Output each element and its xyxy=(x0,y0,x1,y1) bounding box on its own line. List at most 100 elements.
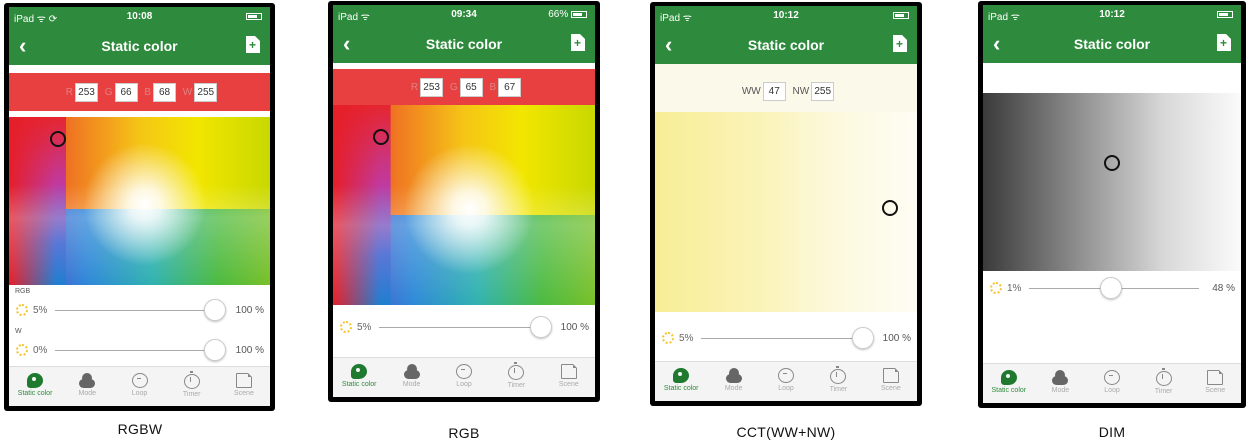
scene-icon xyxy=(560,364,577,379)
nav-bar: ‹ Static color xyxy=(333,25,595,63)
sun-icon xyxy=(16,344,28,356)
phone-rgb: iPad ᯤ 09:34 66% ‹ Static color R253 G65… xyxy=(328,1,600,402)
rgb-min-label: 5% xyxy=(33,305,48,316)
tab-scene[interactable]: Scene xyxy=(218,367,270,406)
caption-dim: DIM xyxy=(1098,424,1126,440)
battery-icon xyxy=(1217,9,1233,20)
tab-loop[interactable]: Loop xyxy=(760,362,812,401)
tab-timer[interactable]: Timer xyxy=(490,358,542,397)
g-value-input[interactable]: 65 xyxy=(459,78,483,97)
r-value-input[interactable]: 253 xyxy=(420,78,444,97)
tab-bar: Static color Mode Loop Timer Scene xyxy=(655,361,917,401)
save-icon[interactable] xyxy=(893,35,907,52)
battery-status: 66% xyxy=(548,9,587,20)
scene-icon xyxy=(235,373,252,388)
cloud-icon xyxy=(1052,370,1069,385)
tab-mode[interactable]: Mode xyxy=(1035,364,1087,403)
slider-track[interactable] xyxy=(701,338,863,339)
w-min-label: 0% xyxy=(33,345,48,356)
tab-timer[interactable]: Timer xyxy=(812,362,864,401)
slider-thumb[interactable] xyxy=(852,327,874,349)
brightness-slider[interactable]: 1% 48 % xyxy=(983,276,1241,302)
page-title: Static color xyxy=(1073,36,1151,52)
b-label: B xyxy=(489,82,497,94)
slider-thumb[interactable] xyxy=(204,299,226,321)
loop-icon xyxy=(456,364,473,379)
tab-mode[interactable]: Mode xyxy=(385,358,437,397)
tab-timer[interactable]: Timer xyxy=(1138,364,1190,403)
color-picker-knob[interactable] xyxy=(373,129,389,145)
r-label: R xyxy=(65,87,73,99)
timer-icon xyxy=(830,366,847,384)
timer-icon xyxy=(1155,368,1172,386)
color-wheel[interactable] xyxy=(333,105,595,305)
r-value-input[interactable]: 253 xyxy=(74,83,98,102)
tab-mode[interactable]: Mode xyxy=(707,362,759,401)
nw-label: NW xyxy=(792,86,810,98)
tab-static-color[interactable]: Static color xyxy=(655,362,707,401)
palette-icon xyxy=(1000,370,1017,385)
dim-picker-knob[interactable] xyxy=(1104,155,1120,171)
brightness-slider[interactable]: 5% 100 % xyxy=(333,315,595,341)
w-value-input[interactable]: 255 xyxy=(194,83,218,102)
tab-mode[interactable]: Mode xyxy=(61,367,113,406)
slider-track[interactable] xyxy=(55,310,215,311)
screen: iPad ᯤ 09:34 66% ‹ Static color R253 G65… xyxy=(333,5,595,397)
slider-thumb[interactable] xyxy=(1099,277,1122,299)
status-bar: iPad ᯤ 10:12 xyxy=(655,6,917,26)
loop-icon xyxy=(1103,370,1120,385)
slider-thumb[interactable] xyxy=(530,316,552,338)
battery-icon xyxy=(893,10,909,21)
tab-static-color[interactable]: Static color xyxy=(983,364,1035,403)
cct-picker[interactable] xyxy=(655,112,917,312)
w-max-label: 100 % xyxy=(235,345,264,356)
tab-scene[interactable]: Scene xyxy=(1189,364,1241,403)
tab-static-color[interactable]: Static color xyxy=(333,358,385,397)
scene-icon xyxy=(1207,370,1224,385)
tab-loop[interactable]: Loop xyxy=(1086,364,1138,403)
r-label: R xyxy=(410,82,419,94)
palette-icon xyxy=(351,364,368,379)
status-bar: iPad ᯤ 09:34 66% xyxy=(333,5,595,25)
nav-bar: ‹ Static color xyxy=(655,26,917,64)
tab-loop[interactable]: Loop xyxy=(113,367,165,406)
rgb-slider-label: RGB xyxy=(15,288,31,295)
sun-icon xyxy=(990,282,1002,294)
scene-icon xyxy=(882,368,899,383)
status-time: 10:12 xyxy=(773,10,799,21)
save-icon[interactable] xyxy=(571,34,585,51)
brightness-slider[interactable]: 5% 100 % xyxy=(655,326,917,352)
sun-icon xyxy=(16,304,28,316)
rgb-brightness-slider[interactable]: 5% 100 % xyxy=(9,298,270,324)
tab-timer[interactable]: Timer xyxy=(166,367,218,406)
tab-bar: Static color Mode Loop Timer Scene xyxy=(333,357,595,397)
save-icon[interactable] xyxy=(246,36,260,53)
page-title: Static color xyxy=(425,36,503,52)
sun-icon xyxy=(340,321,352,333)
b-value-input[interactable]: 67 xyxy=(498,78,522,97)
dim-picker[interactable] xyxy=(983,93,1241,271)
ww-value-input[interactable]: 47 xyxy=(762,82,786,101)
palette-icon xyxy=(673,368,690,383)
caption-cct: CCT(WW+NW) xyxy=(736,424,836,440)
screen: iPad ᯤ 10:12 ‹ Static color 1% 48 % Stat… xyxy=(983,5,1241,403)
tab-static-color[interactable]: Static color xyxy=(9,367,61,406)
slider-track[interactable] xyxy=(55,350,215,351)
tab-scene[interactable]: Scene xyxy=(865,362,917,401)
nw-value-input[interactable]: 255 xyxy=(811,82,835,101)
battery-icon xyxy=(246,11,262,22)
tab-loop[interactable]: Loop xyxy=(438,358,490,397)
w-slider-label: W xyxy=(15,328,22,335)
phone-rgbw: iPad ᯤ ⟳ 10:08 ‹ Static color R253 G66 B… xyxy=(4,3,275,411)
color-picker-knob[interactable] xyxy=(882,200,898,216)
color-wheel[interactable] xyxy=(9,117,270,285)
w-brightness-slider[interactable]: 0% 100 % xyxy=(9,338,270,364)
slider-thumb[interactable] xyxy=(204,339,226,361)
color-picker-knob[interactable] xyxy=(50,131,66,147)
b-value-input[interactable]: 68 xyxy=(153,83,176,102)
tab-bar: Static color Mode Loop Timer Scene xyxy=(983,363,1241,403)
tab-scene[interactable]: Scene xyxy=(543,358,595,397)
g-value-input[interactable]: 66 xyxy=(114,83,138,102)
slider-track[interactable] xyxy=(379,327,541,328)
save-icon[interactable] xyxy=(1217,34,1231,51)
